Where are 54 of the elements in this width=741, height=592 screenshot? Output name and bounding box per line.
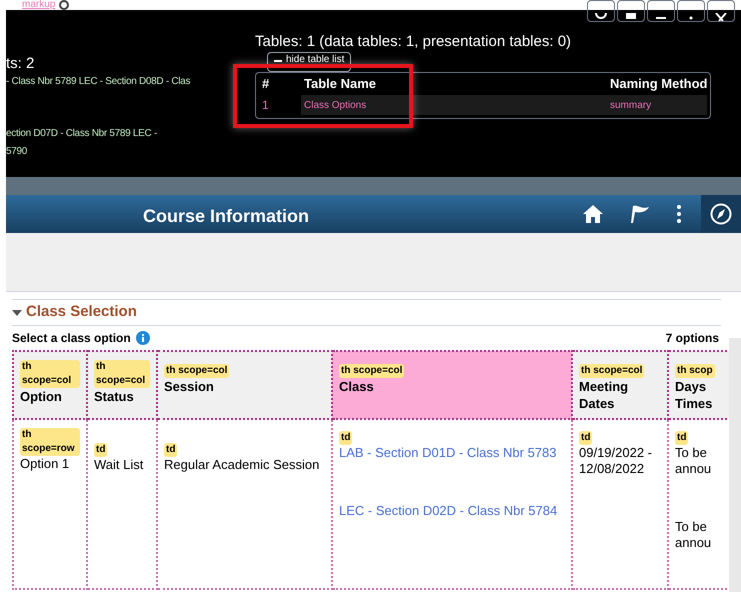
table-cell: td Wait List: [87, 419, 157, 589]
toolbar-button[interactable]: [617, 0, 645, 22]
tag-badge: th scope=row: [20, 428, 80, 456]
column-header: Table Name: [303, 75, 378, 94]
class-link[interactable]: LEC - Section D02D - Class Nbr 5784: [339, 503, 565, 519]
flag-icon[interactable]: [629, 204, 651, 224]
tag-badge: th scope=col: [339, 364, 404, 378]
column-header: th scope=col Class: [332, 351, 572, 419]
close-button[interactable]: [707, 0, 735, 22]
toolbar-button[interactable]: [647, 0, 675, 22]
column-header: th scope=col Meeting Dates: [572, 351, 668, 419]
class-link[interactable]: LAB - Section D01D - Class Nbr 5783: [339, 445, 565, 461]
info-icon[interactable]: [136, 331, 150, 345]
navigation-button[interactable]: [701, 195, 741, 233]
tag-badge: td: [339, 431, 352, 445]
toolbar-button[interactable]: [677, 0, 705, 22]
tag-badge: td: [675, 431, 688, 445]
column-header: #: [261, 75, 270, 94]
table-name-cell: Class Options: [301, 95, 607, 115]
naming-method-cell: summary: [607, 95, 707, 115]
column-header: th scop Days Times: [668, 351, 729, 419]
row-number: 1: [261, 97, 270, 114]
page-title: Course Information: [143, 205, 310, 228]
class-text: ection D07D - Class Nbr 5789 LEC -: [6, 127, 157, 141]
tag-badge: th scope=col: [20, 360, 80, 388]
count-label: ts: 2: [6, 54, 34, 74]
tag-badge: th scope=col: [94, 360, 150, 388]
more-icon[interactable]: [677, 204, 681, 224]
column-header: th scope=col Option: [13, 351, 87, 419]
column-header: Naming Method: [609, 75, 707, 94]
table-cell: td Regular Academic Session: [157, 419, 332, 589]
tag-badge: td: [579, 431, 592, 445]
toolbar-button[interactable]: [587, 0, 615, 22]
tag-badge: th scope=col: [164, 364, 230, 378]
tag-badge: th scope=col: [579, 364, 644, 378]
compass-icon: [710, 203, 732, 225]
table-cell: th scope=row Option 1: [13, 419, 87, 589]
table-cell: td 09/19/2022 - 12/08/2022: [572, 419, 668, 589]
class-text: 5790: [6, 145, 28, 159]
option-count: 7 options: [666, 330, 719, 347]
tag-badge: td: [94, 443, 108, 457]
column-header: th scope=col Status: [87, 351, 157, 419]
markup-link[interactable]: markup: [22, 0, 56, 10]
tag-badge: td: [164, 443, 178, 457]
tag-badge: th scop: [675, 364, 715, 378]
prompt-label: Select a class option: [12, 330, 131, 347]
home-icon[interactable]: [582, 204, 604, 224]
close-icon: [715, 13, 727, 21]
caret-icon[interactable]: [12, 308, 22, 316]
tables-summary: Tables: 1 (data tables: 1, presentation tables: 0): [255, 32, 572, 52]
class-text: - Class Nbr 5789 LEC - Section D08D - Clas: [6, 75, 190, 89]
section-title[interactable]: Class Selection: [26, 301, 137, 324]
minus-icon: [274, 57, 282, 65]
column-header: th scope=col Session: [157, 351, 332, 419]
